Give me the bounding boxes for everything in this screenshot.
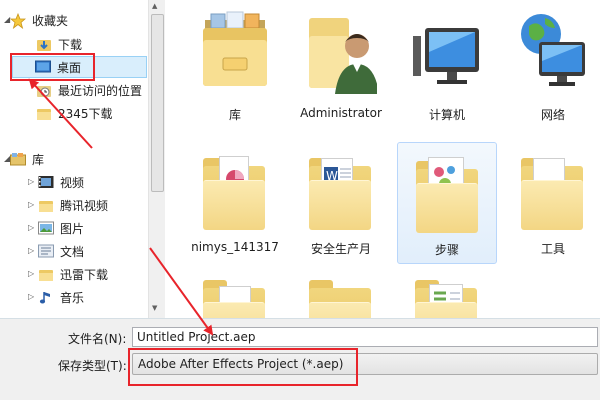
nav-item-2345-downloads[interactable]: 2345下载	[36, 102, 113, 124]
folder-icon	[36, 106, 52, 120]
file-item-tools[interactable]: 工具	[503, 140, 600, 262]
folder-front	[415, 302, 477, 318]
nav-library[interactable]: 库	[10, 148, 44, 170]
folder-front	[203, 302, 265, 318]
nav-item-videos[interactable]: 视频	[38, 171, 84, 193]
file-item-label: 计算机	[428, 108, 465, 122]
file-item-label: 安全生产月	[310, 242, 371, 256]
expand-arrow-icon[interactable]: ▷	[28, 200, 34, 209]
filename-input[interactable]	[132, 327, 598, 347]
computer-icon	[411, 6, 483, 96]
folder-front	[416, 183, 478, 233]
nav-item-thunder-downloads[interactable]: 迅雷下载	[38, 263, 108, 285]
file-item-administrator[interactable]: Administrator	[291, 0, 391, 122]
nav-item-label: 下载	[58, 37, 83, 52]
nav-item-label: 文档	[60, 244, 85, 259]
nav-library-label: 库	[32, 152, 45, 167]
sidebar-scrollbar[interactable]: ▲ ▼	[148, 0, 165, 318]
file-item-folder[interactable]	[291, 262, 391, 318]
picture-library-icon	[38, 221, 54, 235]
nav-favorites-label: 收藏夹	[32, 13, 69, 28]
download-folder-icon	[36, 37, 52, 51]
file-list: 库 Administrator 计算机 网络 nimys_141317 W 安全…	[165, 0, 600, 318]
filename-label: 文件名(N):	[68, 332, 127, 346]
folder-icon	[199, 146, 271, 236]
document-library-icon	[38, 244, 54, 258]
folder-icon	[412, 149, 484, 239]
desktop-icon	[35, 60, 51, 74]
expand-arrow-icon[interactable]: ▷	[28, 269, 34, 278]
library-icon	[199, 6, 271, 96]
file-item-nimys-141317[interactable]: nimys_141317	[185, 140, 285, 262]
expand-arrow-icon[interactable]: ▷	[28, 246, 34, 255]
filetype-label: 保存类型(T):	[58, 359, 127, 373]
nav-item-recent-places[interactable]: 最近访问的位置	[36, 79, 142, 101]
file-item-steps[interactable]: 步骤	[397, 142, 497, 264]
file-item-safety-month[interactable]: W 安全生产月	[291, 140, 391, 262]
folder-icon	[199, 268, 271, 318]
file-item-computer[interactable]: 计算机	[397, 0, 497, 122]
expand-arrow-icon[interactable]: ▷	[28, 292, 34, 301]
scroll-down-arrow-icon[interactable]: ▼	[152, 304, 157, 312]
scroll-thumb[interactable]	[151, 14, 164, 192]
recent-places-icon	[36, 83, 52, 97]
video-library-icon	[38, 175, 54, 189]
nav-item-label: 视频	[60, 175, 85, 190]
nav-item-label: 最近访问的位置	[58, 83, 143, 98]
expand-arrow-icon[interactable]: ▷	[28, 223, 34, 232]
folder-icon	[411, 268, 483, 318]
nav-item-label: 音乐	[60, 290, 85, 305]
nav-item-pictures[interactable]: 图片	[38, 217, 84, 239]
expand-arrow-icon[interactable]: ▷	[28, 177, 34, 186]
nav-item-label: 桌面	[57, 60, 82, 75]
folder-icon	[305, 268, 377, 318]
scroll-up-arrow-icon[interactable]: ▲	[152, 2, 157, 10]
folder-icon	[517, 146, 589, 236]
folder-icon: W	[305, 146, 377, 236]
filetype-select[interactable]: Adobe After Effects Project (*.aep)	[132, 353, 598, 375]
folder-front	[521, 180, 583, 230]
music-library-icon	[38, 290, 54, 304]
file-item-library[interactable]: 库	[185, 0, 285, 122]
file-item-label: Administrator	[300, 106, 382, 120]
nav-item-label: 图片	[60, 221, 85, 236]
nav-item-tencent-video[interactable]: 腾讯视频	[38, 194, 108, 216]
nav-favorites[interactable]: 收藏夹	[9, 9, 69, 31]
collapse-arrow-icon[interactable]: ◢	[4, 15, 10, 24]
nav-item-label: 腾讯视频	[60, 198, 109, 213]
nav-item-downloads[interactable]: 下载	[36, 33, 82, 55]
file-item-folder[interactable]	[185, 262, 285, 318]
folder-front	[203, 180, 265, 230]
folder-front	[309, 180, 371, 230]
folder-front	[309, 302, 371, 318]
collapse-arrow-icon[interactable]: ◢	[4, 154, 10, 163]
nav-item-music[interactable]: 音乐	[38, 286, 84, 308]
user-folder-icon	[305, 6, 379, 96]
file-item-folder[interactable]	[397, 262, 497, 318]
file-item-label: 步骤	[434, 243, 459, 257]
nav-item-label: 2345下载	[58, 106, 113, 121]
file-item-network[interactable]: 网络	[503, 0, 600, 122]
nav-item-desktop[interactable]: 桌面	[12, 56, 147, 78]
save-options-panel: 文件名(N): 保存类型(T): Adobe After Effects Pro…	[0, 318, 600, 400]
star-icon	[9, 12, 27, 30]
library-icon	[10, 152, 26, 166]
folder-icon	[38, 198, 54, 212]
file-item-label: 网络	[540, 108, 565, 122]
nav-item-label: 迅雷下载	[60, 267, 109, 282]
file-item-label: 工具	[540, 242, 565, 256]
nav-item-documents[interactable]: 文档	[38, 240, 84, 262]
file-item-label: nimys_141317	[191, 240, 279, 254]
network-icon	[517, 6, 589, 96]
file-item-label: 库	[228, 108, 241, 122]
folder-icon	[38, 267, 54, 281]
navigation-pane: 收藏夹 ◢ 下载 桌面 最近访问的位置 2345下载 库 ◢ ▷ 视频 ▷ 腾讯…	[0, 0, 148, 318]
filetype-selected-value: Adobe After Effects Project (*.aep)	[138, 357, 344, 371]
